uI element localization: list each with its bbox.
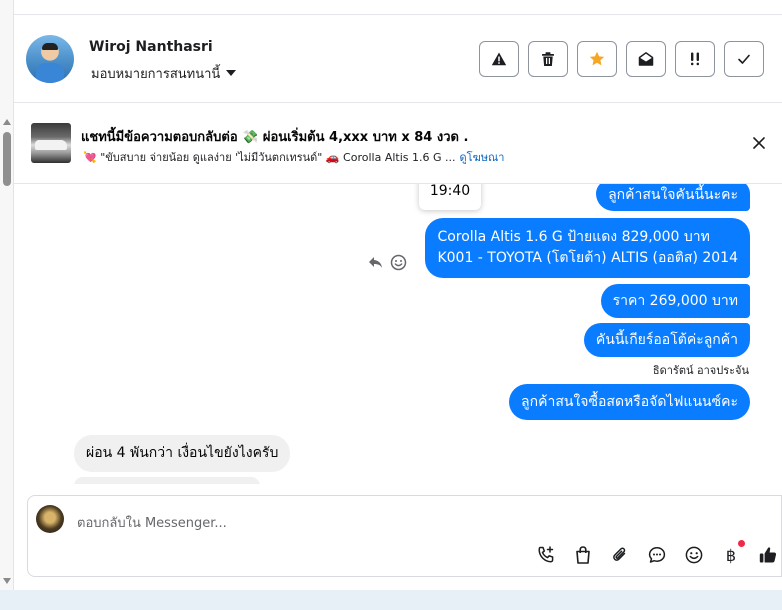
message-bubble[interactable]: ลูกค้าสนใจคันนี้นะคะ	[596, 184, 750, 211]
emoji-icon	[685, 546, 703, 564]
page-avatar	[36, 505, 64, 533]
message-text: คันนี้เกียร์ออโต้ค่ะลูกค้า	[595, 332, 738, 348]
shopping-bag-icon	[576, 546, 590, 564]
top-divider	[14, 0, 782, 15]
page-bottom-strip	[0, 590, 782, 610]
mark-unread-button[interactable]	[626, 41, 666, 77]
message-text: ลูกค้าสนใจคันนี้นะคะ	[608, 187, 738, 203]
message-text: ลูกค้าสนใจซื้อสดหรือจัดไฟแนนซ์คะ	[521, 394, 738, 410]
delete-button[interactable]	[528, 41, 568, 77]
report-button[interactable]	[479, 41, 519, 77]
scroll-down-arrow-icon[interactable]	[3, 578, 11, 584]
reply-input[interactable]: ตอบกลับใน Messenger...	[77, 512, 227, 533]
reply-icon[interactable]	[367, 254, 384, 271]
attachment-icon	[613, 547, 626, 561]
incoming-message-bubble[interactable]: ผ่อน 4 พันกว่า เงื่อนไขยังไงครับ	[74, 435, 291, 472]
message-hover-actions	[367, 254, 407, 271]
message-thread[interactable]: ลูกค้าสนใจคันนี้นะคะ 19:40 Corolla Altis…	[14, 184, 782, 484]
conversation-header: Wiroj Nanthasri มอบหมายการสนทนานี้	[14, 15, 782, 103]
warning-icon	[491, 52, 507, 66]
payment-button[interactable]: ฿	[719, 540, 745, 567]
shop-button[interactable]	[571, 543, 595, 567]
open-envelope-icon	[638, 52, 654, 66]
close-icon[interactable]	[752, 136, 766, 150]
ad-snippet: 💘 "ขับสบาย จ่ายน้อย ดูแลง่าย 'ไม่มีวันตก…	[83, 151, 456, 164]
like-button[interactable]	[756, 543, 780, 567]
ad-title: แชทนี้มีข้อความตอบกลับต่อ 💸 ผ่อนเริ่มต้น…	[81, 130, 469, 145]
trash-icon	[542, 52, 554, 66]
message-bubble[interactable]: Corolla Altis 1.6 G ป้ายแดง 829,000 บาท …	[425, 218, 750, 278]
react-emoji-icon[interactable]	[390, 254, 407, 271]
message-text-line: Corolla Altis 1.6 G ป้ายแดง 829,000 บาท	[437, 229, 710, 245]
saved-reply-button[interactable]	[645, 543, 669, 567]
message-bubble[interactable]: ลูกค้าสนใจซื้อสดหรือจัดไฟแนนซ์คะ	[509, 384, 750, 420]
header-actions	[479, 41, 764, 77]
mark-done-button[interactable]	[724, 41, 764, 77]
composer-toolbar: ฿	[534, 540, 780, 567]
ad-thumbnail[interactable]	[31, 123, 71, 163]
star-icon	[589, 51, 605, 66]
comment-icon	[648, 547, 666, 563]
call-add-icon	[538, 546, 554, 563]
priority-button[interactable]	[675, 41, 715, 77]
checkmark-icon	[738, 54, 750, 64]
contact-name[interactable]: Wiroj Nanthasri	[89, 39, 213, 55]
baht-icon: ฿	[725, 545, 737, 565]
contact-avatar[interactable]	[26, 35, 74, 83]
star-button[interactable]	[577, 41, 617, 77]
ad-snippet-row: 💘 "ขับสบาย จ่ายน้อย ดูแลง่าย 'ไม่มีวันตก…	[83, 148, 504, 166]
reply-composer: ตอบกลับใน Messenger... ฿	[27, 495, 782, 577]
scrollbar[interactable]	[0, 0, 14, 595]
call-button[interactable]	[534, 543, 558, 567]
inbox-conversation-panel: Wiroj Nanthasri มอบหมายการสนทนานี้ แชทนี…	[0, 0, 782, 610]
ad-context-banner: แชทนี้มีข้อความตอบกลับต่อ 💸 ผ่อนเริ่มต้น…	[14, 104, 782, 184]
incoming-message-bubble-partial[interactable]	[74, 477, 260, 484]
message-text-line: K001 - TOYOTA (โตโยต้า) ALTIS (ออติส) 20…	[437, 250, 738, 266]
notification-dot	[738, 540, 745, 547]
assign-label: มอบหมายการสนทนานี้	[91, 67, 221, 82]
attach-button[interactable]	[608, 543, 632, 567]
message-text: ผ่อน 4 พันกว่า เงื่อนไขยังไงครับ	[86, 445, 279, 461]
timestamp-tooltip: 19:40	[419, 184, 481, 210]
message-bubble[interactable]: คันนี้เกียร์ออโต้ค่ะลูกค้า	[583, 323, 750, 357]
like-icon	[759, 547, 777, 563]
view-ad-link[interactable]: ดูโฆษณา	[460, 151, 505, 164]
sender-name: ธิดารัตน์ อาจประจัน	[652, 364, 749, 377]
scrollbar-thumb[interactable]	[3, 132, 11, 186]
scroll-up-arrow-icon[interactable]	[3, 119, 11, 125]
assign-conversation-dropdown[interactable]: มอบหมายการสนทนานี้	[91, 63, 237, 84]
message-text: ราคา 269,000 บาท	[612, 293, 738, 309]
emoji-button[interactable]	[682, 543, 706, 567]
chevron-down-icon	[226, 70, 237, 76]
message-bubble[interactable]: ราคา 269,000 บาท	[600, 284, 750, 318]
priority-exclamation-icon	[691, 52, 699, 66]
